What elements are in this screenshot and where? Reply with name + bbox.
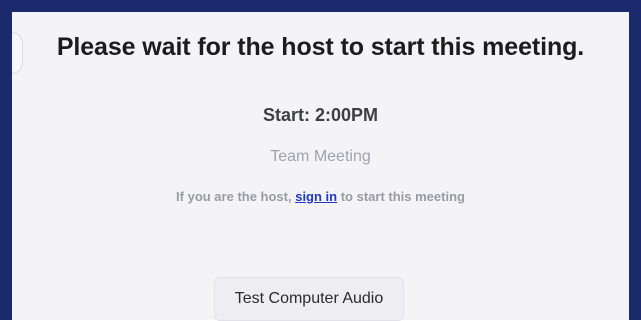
waiting-heading: Please wait for the host to start this m… — [56, 33, 585, 61]
host-sign-in-prompt: If you are the host, sign in to start th… — [12, 189, 629, 204]
meeting-start-time: Start: 2:00PM — [262, 105, 379, 125]
test-computer-audio-button[interactable]: Test Computer Audio — [214, 277, 404, 321]
host-prompt-text-before: If you are the host, — [176, 189, 296, 204]
sign-in-link[interactable]: sign in — [295, 189, 337, 204]
host-prompt-text-after: to start this meeting — [337, 189, 465, 204]
waiting-room-window: Please wait for the host to start this m… — [0, 0, 641, 321]
meeting-title: Team Meeting — [270, 148, 371, 165]
